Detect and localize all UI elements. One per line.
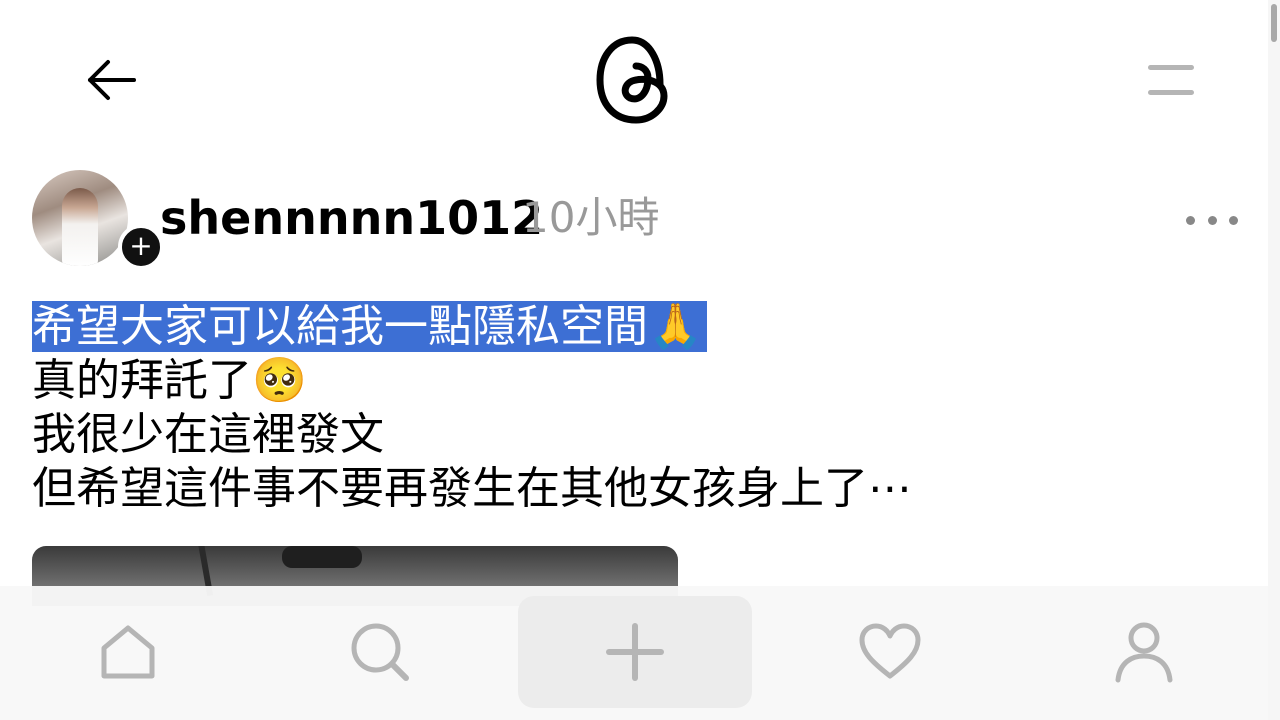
username[interactable]: shennnnn1012 bbox=[160, 188, 543, 248]
heart-icon bbox=[859, 623, 921, 679]
post-line: 希望大家可以給我一點隱私空間🙏 bbox=[32, 300, 1032, 354]
scrollbar-thumb[interactable] bbox=[1271, 4, 1277, 42]
post-text: 希望大家可以給我一點隱私空間🙏 真的拜託了🥺 我很少在這裡發文 但希望這件事不要… bbox=[32, 300, 1032, 516]
post-line: 真的拜託了🥺 bbox=[32, 355, 307, 406]
nav-profile[interactable] bbox=[1084, 596, 1204, 708]
ellipsis-icon-dot bbox=[1207, 215, 1217, 225]
vertical-scrollbar[interactable] bbox=[1268, 0, 1280, 720]
ellipsis-icon-dot bbox=[1229, 215, 1238, 225]
more-options-button[interactable] bbox=[1186, 208, 1238, 232]
search-icon bbox=[351, 623, 409, 681]
bottom-navigation bbox=[0, 586, 1268, 720]
ellipsis-icon-dot bbox=[1186, 215, 1195, 225]
menu-button[interactable] bbox=[1140, 56, 1202, 104]
nav-home[interactable] bbox=[68, 596, 188, 708]
nav-create[interactable] bbox=[518, 596, 752, 708]
arrow-left-icon bbox=[88, 60, 136, 100]
threads-logo-icon bbox=[596, 36, 668, 124]
avatar-photo bbox=[62, 188, 98, 266]
follow-button[interactable]: + bbox=[118, 224, 164, 270]
post-timestamp: 10小時 bbox=[522, 193, 660, 242]
post-line: 但希望這件事不要再發生在其他女孩身上了⋯ bbox=[32, 463, 912, 514]
threads-logo[interactable] bbox=[594, 34, 674, 126]
post-line: 我很少在這裡發文 bbox=[32, 409, 384, 460]
menu-icon-bottom-bar bbox=[1148, 90, 1194, 95]
avatar-group: + bbox=[32, 170, 164, 270]
user-icon bbox=[1115, 622, 1173, 683]
home-icon bbox=[101, 625, 155, 679]
selected-text[interactable]: 希望大家可以給我一點隱私空間🙏 bbox=[32, 301, 707, 352]
image-detail bbox=[282, 546, 362, 568]
threads-post-page: + shennnnn1012 10小時 希望大家可以給我一點隱私空間🙏 真的拜託… bbox=[0, 0, 1280, 720]
nav-activity[interactable] bbox=[830, 596, 950, 708]
back-button[interactable] bbox=[84, 56, 140, 104]
plus-icon bbox=[606, 623, 664, 681]
menu-icon-top-bar bbox=[1148, 65, 1194, 70]
avatar[interactable] bbox=[32, 170, 128, 266]
nav-search[interactable] bbox=[320, 596, 440, 708]
